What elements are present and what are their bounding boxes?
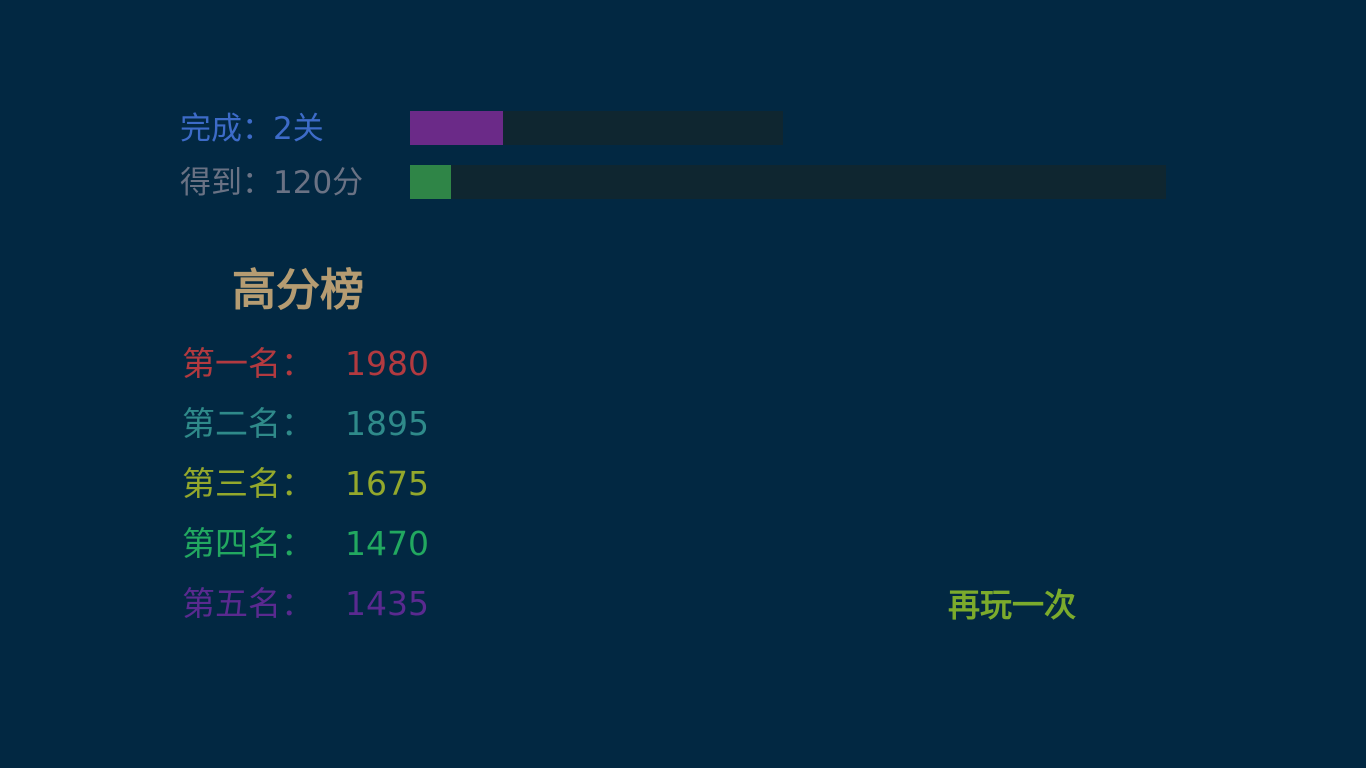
play-again-button[interactable]: 再玩一次 xyxy=(948,584,1076,626)
leaderboard-title: 高分榜 xyxy=(232,265,364,316)
game-over-screen: 完成：2关 得到：120分 高分榜 第一名： 1980 第二名： 1895 第三… xyxy=(0,0,1366,768)
rank-score: 1895 xyxy=(345,404,429,443)
levels-completed-label: 完成：2关 xyxy=(180,111,324,147)
rank-score: 1470 xyxy=(345,524,429,563)
rank-score: 1675 xyxy=(345,464,429,503)
rank-label: 第四名： xyxy=(182,524,314,563)
score-progress-bar xyxy=(410,165,1166,199)
score-label: 得到：120分 xyxy=(180,165,364,201)
rank-label: 第三名： xyxy=(182,464,314,503)
score-progress-fill xyxy=(410,165,451,199)
levels-progress-fill xyxy=(410,111,504,145)
rank-label: 第五名： xyxy=(182,584,314,623)
rank-label: 第一名： xyxy=(182,344,314,383)
rank-score: 1980 xyxy=(345,344,429,383)
rank-score: 1435 xyxy=(345,584,429,623)
levels-progress-bar xyxy=(410,111,783,145)
rank-label: 第二名： xyxy=(182,404,314,443)
